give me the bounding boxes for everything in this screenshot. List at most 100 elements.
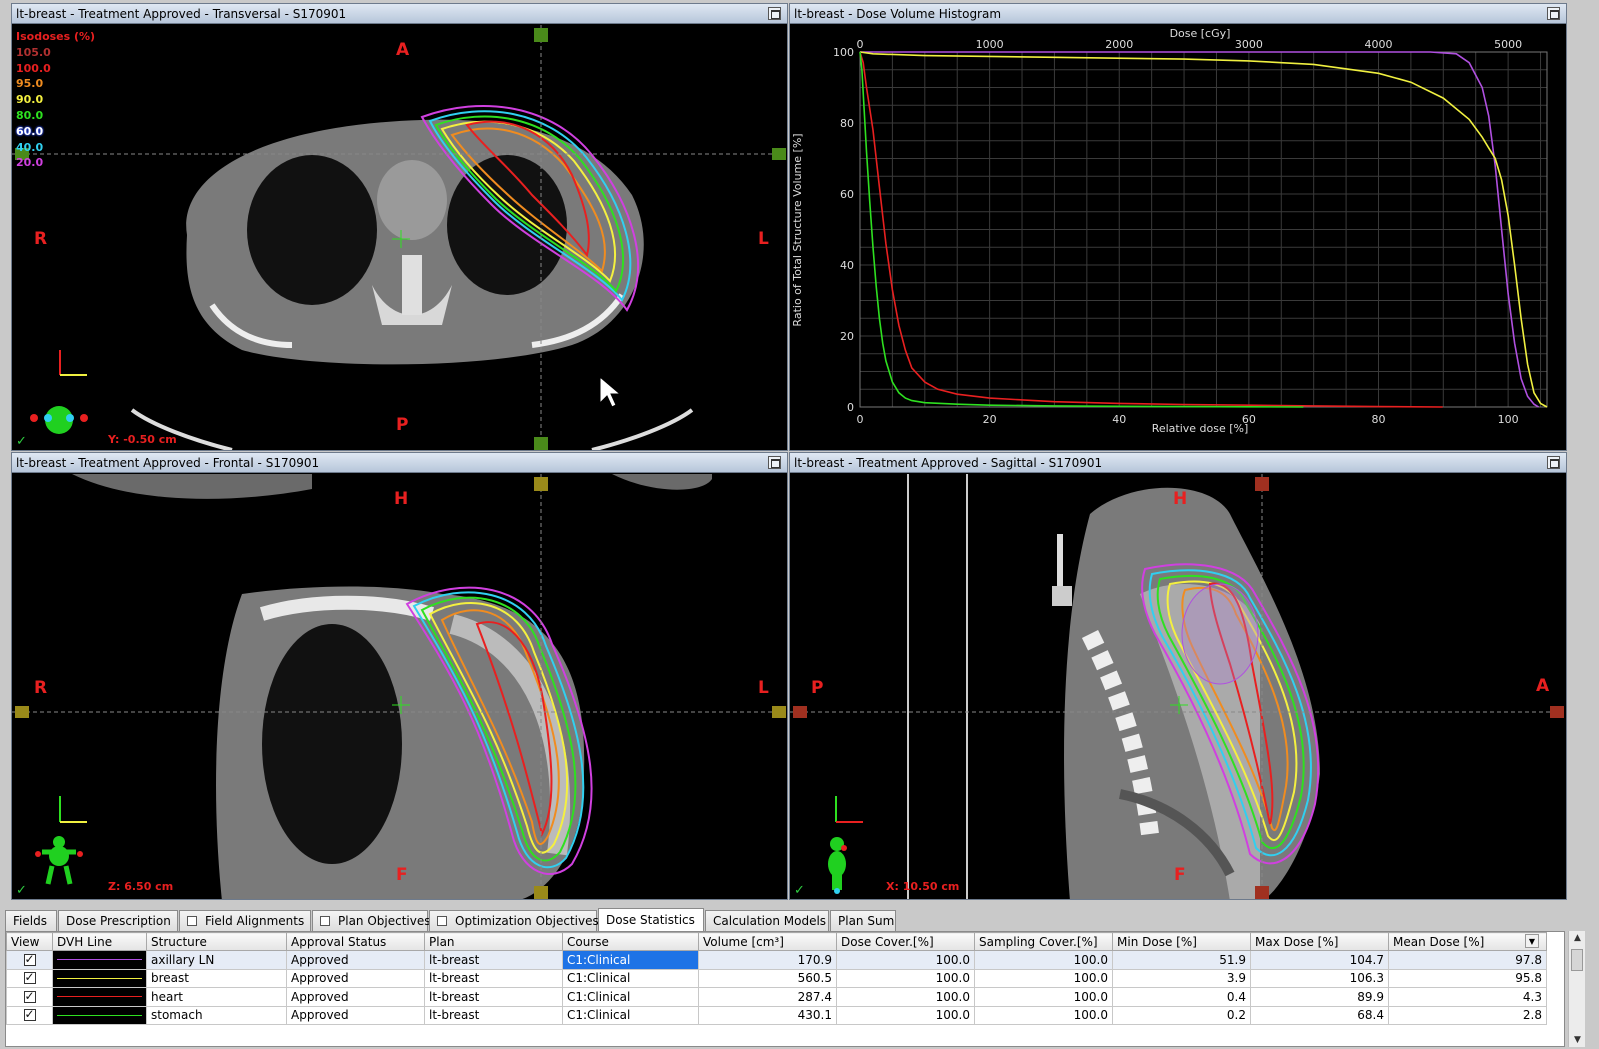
- table-row[interactable]: stomachApprovedlt-breastC1:Clinical430.1…: [6, 1005, 1547, 1025]
- dose-statistics-table[interactable]: View DVH Line Structure Approval Status Plan…: [5, 931, 1565, 1047]
- tab-plan-sum[interactable]: Plan Sum: [830, 910, 896, 932]
- cell-max[interactable]: 89.9: [1250, 987, 1389, 1007]
- cell-mean[interactable]: 2.8: [1388, 1005, 1547, 1025]
- tab-checkbox[interactable]: [187, 916, 197, 926]
- cell-dose-cover[interactable]: 100.0: [836, 950, 975, 970]
- cell-sampling-cover[interactable]: 100.0: [974, 968, 1113, 988]
- scroll-down-icon[interactable]: ▼: [1569, 1033, 1586, 1047]
- column-header[interactable]: Plan: [424, 932, 563, 951]
- cell-dose-cover[interactable]: 100.0: [836, 987, 975, 1007]
- tab-calculation-models[interactable]: Calculation Models: [705, 910, 829, 932]
- cell-mean[interactable]: 4.3: [1388, 987, 1547, 1007]
- table-row[interactable]: breastApprovedlt-breastC1:Clinical560.51…: [6, 968, 1547, 988]
- cell-volume[interactable]: 170.9: [698, 950, 837, 970]
- table-vertical-scrollbar[interactable]: ▲ ▼: [1568, 931, 1585, 1047]
- tab-checkbox[interactable]: [320, 916, 330, 926]
- transversal-view[interactable]: Isodoses (%) 105.0 100.0 95.0 90.0 80.0 60.0 4…: [12, 25, 787, 450]
- column-header[interactable]: View: [6, 932, 53, 951]
- cell-volume[interactable]: 287.4: [698, 987, 837, 1007]
- view-checkbox[interactable]: [23, 1007, 36, 1022]
- view-cell[interactable]: [6, 987, 53, 1007]
- view-checkbox[interactable]: [23, 989, 36, 1003]
- column-header[interactable]: DVH Line: [52, 932, 147, 951]
- cell-dose-cover[interactable]: 100.0: [836, 1005, 975, 1025]
- dvh-x-tick: 0: [857, 413, 864, 426]
- sagittal-view[interactable]: H F P A X: 10.50 cm ✓: [790, 474, 1566, 899]
- cell-max[interactable]: 104.7: [1250, 950, 1389, 970]
- cell-structure[interactable]: axillary LN: [146, 950, 287, 970]
- cell-min[interactable]: 0.2: [1112, 1005, 1251, 1025]
- cell-structure[interactable]: stomach: [146, 1005, 287, 1025]
- view-checkbox[interactable]: [23, 970, 36, 985]
- cell-mean[interactable]: 95.8: [1388, 968, 1547, 988]
- cell-volume[interactable]: 560.5: [698, 968, 837, 988]
- cell-course[interactable]: C1:Clinical: [562, 1005, 699, 1025]
- cell-course[interactable]: C1:Clinical: [562, 968, 699, 988]
- cell-min[interactable]: 51.9: [1112, 950, 1251, 970]
- cell-plan[interactable]: lt-breast: [424, 1005, 563, 1025]
- dvh-line-swatch[interactable]: [52, 987, 147, 1007]
- tab-checkbox[interactable]: [437, 916, 447, 926]
- tab-dose-statistics[interactable]: Dose Statistics: [598, 908, 704, 931]
- maximize-icon[interactable]: [768, 456, 781, 469]
- column-chooser-dropdown[interactable]: ▼: [1525, 934, 1539, 948]
- dvh-pane[interactable]: lt-breast - Dose Volume Histogram 0 20 40 6…: [789, 3, 1567, 451]
- dvh-line-swatch[interactable]: [52, 950, 147, 970]
- cell-min[interactable]: 0.4: [1112, 987, 1251, 1007]
- cell-dose-cover[interactable]: 100.0: [836, 968, 975, 988]
- cell-approval[interactable]: Approved: [286, 1005, 425, 1025]
- tab-fields[interactable]: Fields: [5, 910, 57, 932]
- sagittal-pane[interactable]: lt-breast - Treatment Approved - Sagitta…: [789, 452, 1567, 900]
- tab-plan-objectives[interactable]: Plan Objectives: [312, 910, 431, 932]
- cell-plan[interactable]: lt-breast: [424, 950, 563, 970]
- column-header[interactable]: Mean Dose [%]: [1388, 932, 1547, 951]
- column-header[interactable]: Sampling Cover.[%]: [974, 932, 1113, 951]
- cell-approval[interactable]: Approved: [286, 950, 425, 970]
- cell-course[interactable]: C1:Clinical: [562, 950, 699, 970]
- cell-sampling-cover[interactable]: 100.0: [974, 987, 1113, 1007]
- cell-course[interactable]: C1:Clinical: [562, 987, 699, 1007]
- column-header[interactable]: Volume [cm³]: [698, 932, 837, 951]
- scroll-up-icon[interactable]: ▲: [1569, 931, 1586, 945]
- cell-mean[interactable]: 97.8: [1388, 950, 1547, 970]
- cell-approval[interactable]: Approved: [286, 968, 425, 988]
- table-row[interactable]: heartApprovedlt-breastC1:Clinical287.410…: [6, 987, 1547, 1007]
- view-checkbox[interactable]: [23, 952, 36, 966]
- dvh-line-swatch[interactable]: [52, 968, 147, 988]
- column-header[interactable]: Min Dose [%]: [1112, 932, 1251, 951]
- dvh-line-swatch[interactable]: [52, 1005, 147, 1025]
- transversal-pane[interactable]: lt-breast - Treatment Approved - Transve…: [11, 3, 788, 451]
- cell-volume[interactable]: 430.1: [698, 1005, 837, 1025]
- column-header[interactable]: Dose Cover.[%]: [836, 932, 975, 951]
- tab-optimization-objectives[interactable]: Optimization Objectives: [429, 910, 599, 932]
- tab-field-alignments[interactable]: Field Alignments: [179, 910, 311, 932]
- cell-sampling-cover[interactable]: 100.0: [974, 950, 1113, 970]
- tab-label: Plan Objectives: [338, 914, 431, 928]
- cell-structure[interactable]: breast: [146, 968, 287, 988]
- dvh-view[interactable]: 0 20 40 60 80 100 0 20 40 60 80 100 0 1000 2000 3000 400…: [790, 25, 1566, 450]
- dvh-top-tick: 3000: [1235, 38, 1263, 51]
- column-header[interactable]: Approval Status: [286, 932, 425, 951]
- cell-min[interactable]: 3.9: [1112, 968, 1251, 988]
- column-header[interactable]: Max Dose [%]: [1250, 932, 1389, 951]
- cell-plan[interactable]: lt-breast: [424, 968, 563, 988]
- cell-approval[interactable]: Approved: [286, 987, 425, 1007]
- tab-dose-prescription[interactable]: Dose Prescription: [58, 910, 178, 932]
- cell-sampling-cover[interactable]: 100.0: [974, 1005, 1113, 1025]
- view-cell[interactable]: [6, 950, 53, 970]
- maximize-icon[interactable]: [1547, 456, 1560, 469]
- cell-max[interactable]: 106.3: [1250, 968, 1389, 988]
- frontal-view[interactable]: H F R L Z: 6.50 cm ✓: [12, 474, 787, 899]
- cell-plan[interactable]: lt-breast: [424, 987, 563, 1007]
- maximize-icon[interactable]: [768, 7, 781, 20]
- column-header[interactable]: Structure: [146, 932, 287, 951]
- cell-structure[interactable]: heart: [146, 987, 287, 1007]
- view-cell[interactable]: [6, 1005, 53, 1025]
- maximize-icon[interactable]: [1547, 7, 1560, 20]
- table-row[interactable]: axillary LNApprovedlt-breastC1:Clinical1…: [6, 950, 1547, 970]
- column-header[interactable]: Course: [562, 932, 699, 951]
- view-cell[interactable]: [6, 968, 53, 988]
- frontal-pane[interactable]: lt-breast - Treatment Approved - Frontal…: [11, 452, 788, 900]
- scroll-thumb[interactable]: [1571, 949, 1583, 971]
- cell-max[interactable]: 68.4: [1250, 1005, 1389, 1025]
